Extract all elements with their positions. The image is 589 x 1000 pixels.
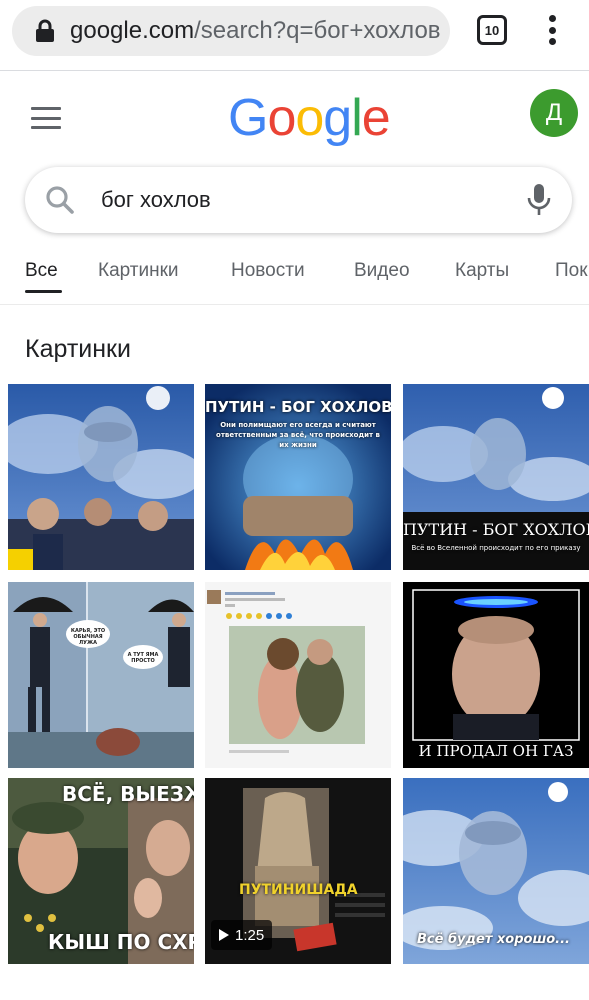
play-icon <box>219 929 229 941</box>
tab-videos[interactable]: Видео <box>354 260 410 282</box>
image-result[interactable]: ВСЁ, ВЫЕЗЖ КЫШ ПО СХР <box>8 778 194 964</box>
image-subcaption: КЫШ ПО СХР <box>48 930 194 954</box>
image-result[interactable]: ПУТИН - БОГ ХОХЛОВ Всё во Вселенной прои… <box>403 384 589 570</box>
image-caption: ПУТИН - БОГ ХОХЛОВ <box>403 520 589 539</box>
mic-icon[interactable] <box>526 183 552 217</box>
image-subcaption: Всё во Вселенной происходит по его прика… <box>411 544 581 552</box>
image-caption: Всё будет хорошо... <box>417 932 570 947</box>
image-thumbnail <box>403 384 589 570</box>
image-result[interactable]: ПУТИН - БОГ ХОХЛОВ Они полимщают его все… <box>205 384 391 570</box>
speech-bubble-text: КАРЬЯ, ЭТО ОБЫЧНАЯ ЛУЖА <box>70 628 106 646</box>
overflow-menu-icon[interactable] <box>538 12 566 48</box>
avatar-letter: Д <box>545 99 563 126</box>
logo-letter: e <box>361 89 391 147</box>
divider <box>0 70 589 71</box>
speech-bubble-text: А ТУТ ЯМА ПРОСТО <box>127 652 159 664</box>
images-section-title: Картинки <box>25 335 131 363</box>
image-thumbnail <box>8 384 194 570</box>
image-thumbnail <box>8 582 194 768</box>
image-result[interactable]: И ПРОДАЛ ОН ГАЗ <box>403 582 589 768</box>
image-result[interactable] <box>205 582 391 768</box>
search-icon[interactable] <box>45 185 75 215</box>
browser-toolbar: google.com/search?q=бог+хохлов 10 <box>0 0 589 62</box>
account-avatar[interactable]: Д <box>530 89 578 137</box>
tab-switcher-button[interactable]: 10 <box>477 15 507 45</box>
hamburger-menu-icon[interactable] <box>31 107 61 129</box>
image-caption: ПУТИН - БОГ ХОХЛОВ <box>205 398 391 416</box>
image-caption: ПУТИНИШАДА <box>239 882 358 898</box>
active-tab-indicator <box>25 290 62 293</box>
tab-images[interactable]: Картинки <box>98 260 179 282</box>
url-path: /search?q=бог+хохлов <box>194 17 441 44</box>
video-duration: 1:25 <box>235 926 265 944</box>
address-bar[interactable]: google.com/search?q=бог+хохлов <box>12 6 450 56</box>
tab-more[interactable]: Пок <box>555 260 588 282</box>
image-subcaption: Они полимщают его всегда и считают ответ… <box>216 421 380 449</box>
tab-maps[interactable]: Карты <box>455 260 509 282</box>
tab-count: 10 <box>484 22 500 38</box>
image-result[interactable]: КАРЬЯ, ЭТО ОБЫЧНАЯ ЛУЖА А ТУТ ЯМА ПРОСТО <box>8 582 194 768</box>
lock-icon <box>36 19 54 42</box>
image-result[interactable]: Всё будет хорошо... <box>403 778 589 964</box>
video-result[interactable]: ПУТИНИШАДА 1:25 <box>205 778 391 964</box>
logo-letter: o <box>295 89 324 147</box>
tab-news[interactable]: Новости <box>231 260 305 282</box>
tab-all[interactable]: Все <box>25 260 58 282</box>
divider <box>0 304 589 305</box>
logo-letter: o <box>267 89 296 147</box>
search-input[interactable] <box>101 187 526 213</box>
logo-letter: g <box>323 89 352 147</box>
url-domain: google.com <box>70 17 195 44</box>
video-duration-badge: 1:25 <box>211 920 273 950</box>
search-tabs: Все Картинки Новости Видео Карты Пок <box>0 252 589 296</box>
image-caption: И ПРОДАЛ ОН ГАЗ <box>418 742 574 760</box>
logo-letter: G <box>228 89 268 147</box>
image-thumbnail <box>403 582 589 768</box>
google-logo[interactable]: Google <box>228 88 391 148</box>
image-caption: ВСЁ, ВЫЕЗЖ <box>62 782 194 806</box>
logo-letter: l <box>351 89 363 147</box>
image-result[interactable] <box>8 384 194 570</box>
image-thumbnail <box>205 582 391 768</box>
url-text: google.com/search?q=бог+хохлов <box>70 17 450 45</box>
search-box[interactable] <box>25 167 572 233</box>
